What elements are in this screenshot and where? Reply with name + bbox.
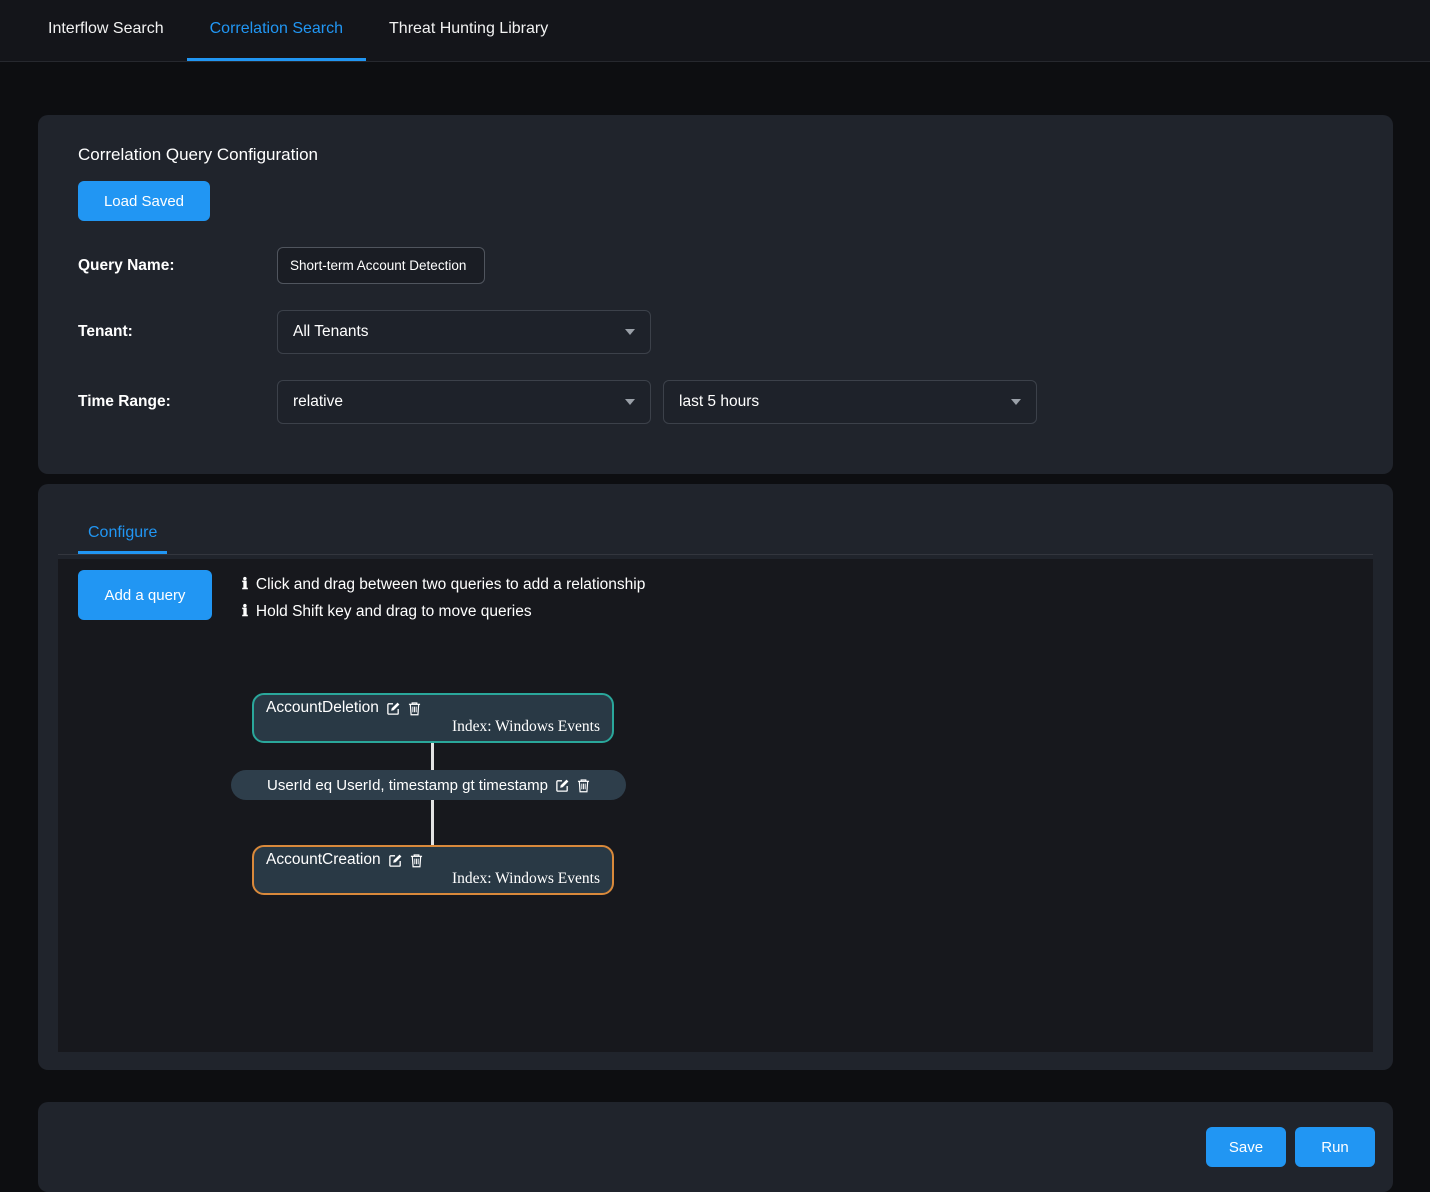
- trash-icon[interactable]: [408, 701, 421, 716]
- top-nav: Interflow Search Correlation Search Thre…: [0, 0, 1430, 62]
- correlation-query-config-panel: Correlation Query Configuration Load Sav…: [38, 115, 1393, 474]
- time-range-window-select[interactable]: last 5 hours: [663, 380, 1037, 424]
- time-range-mode-select[interactable]: relative: [277, 380, 651, 424]
- info-icon: ℹ: [242, 571, 248, 598]
- canvas-hints: ℹ Click and drag between two queries to …: [242, 570, 645, 625]
- time-range-row: Time Range: relative last 5 hours: [78, 380, 1353, 424]
- edit-icon[interactable]: [388, 853, 403, 868]
- trash-icon[interactable]: [577, 778, 590, 793]
- run-button[interactable]: Run: [1295, 1127, 1375, 1167]
- query-name-label: Query Name:: [78, 257, 277, 275]
- hint-relationship: ℹ Click and drag between two queries to …: [242, 571, 645, 598]
- hint-text: Hold Shift key and drag to move queries: [256, 598, 532, 625]
- hint-text: Click and drag between two queries to ad…: [256, 571, 645, 598]
- query-canvas: Add a query ℹ Click and drag between two…: [58, 559, 1373, 1052]
- query-node-index: Index: Windows Events: [266, 718, 600, 736]
- edit-icon[interactable]: [555, 778, 570, 793]
- query-node-accountdeletion[interactable]: AccountDeletion: [252, 693, 614, 743]
- time-range-mode-value: relative: [293, 393, 343, 411]
- tenant-selected-value: All Tenants: [293, 323, 369, 341]
- query-node-title: AccountCreation: [266, 851, 381, 869]
- query-name-input[interactable]: [277, 247, 485, 284]
- footer-actions-panel: Save Run: [38, 1102, 1393, 1192]
- chevron-down-icon: [625, 329, 635, 335]
- app-root: Interflow Search Correlation Search Thre…: [0, 0, 1430, 1192]
- tab-configure[interactable]: Configure: [78, 514, 167, 554]
- query-node-index: Index: Windows Events: [266, 870, 600, 888]
- tenant-row: Tenant: All Tenants: [78, 310, 1353, 354]
- add-query-button[interactable]: Add a query: [78, 570, 212, 620]
- node-title-row: AccountCreation: [266, 851, 600, 869]
- chevron-down-icon: [625, 399, 635, 405]
- relationship-pill[interactable]: UserId eq UserId, timestamp gt timestamp: [231, 770, 626, 800]
- edit-icon[interactable]: [386, 701, 401, 716]
- save-button[interactable]: Save: [1206, 1127, 1286, 1167]
- config-panel-title: Correlation Query Configuration: [78, 145, 1353, 165]
- relationship-label: UserId eq UserId, timestamp gt timestamp: [267, 777, 548, 794]
- query-node-accountcreation[interactable]: AccountCreation: [252, 845, 614, 895]
- hint-move: ℹ Hold Shift key and drag to move querie…: [242, 598, 645, 625]
- canvas-header: Add a query ℹ Click and drag between two…: [58, 559, 1373, 625]
- trash-icon[interactable]: [410, 853, 423, 868]
- node-title-row: AccountDeletion: [266, 699, 600, 717]
- tab-threat-hunting-library[interactable]: Threat Hunting Library: [366, 0, 571, 61]
- tenant-label: Tenant:: [78, 323, 277, 341]
- info-icon: ℹ: [242, 598, 248, 625]
- time-range-label: Time Range:: [78, 393, 277, 411]
- tab-correlation-search[interactable]: Correlation Search: [187, 0, 366, 61]
- time-range-window-value: last 5 hours: [679, 393, 759, 411]
- query-node-title: AccountDeletion: [266, 699, 379, 717]
- chevron-down-icon: [1011, 399, 1021, 405]
- load-saved-button[interactable]: Load Saved: [78, 181, 210, 221]
- tab-interflow-search[interactable]: Interflow Search: [25, 0, 187, 61]
- configure-panel: Configure Add a query ℹ Click and drag b…: [38, 484, 1393, 1070]
- tenant-select[interactable]: All Tenants: [277, 310, 651, 354]
- configure-tabs-row: Configure: [58, 514, 1373, 555]
- query-name-row: Query Name:: [78, 247, 1353, 284]
